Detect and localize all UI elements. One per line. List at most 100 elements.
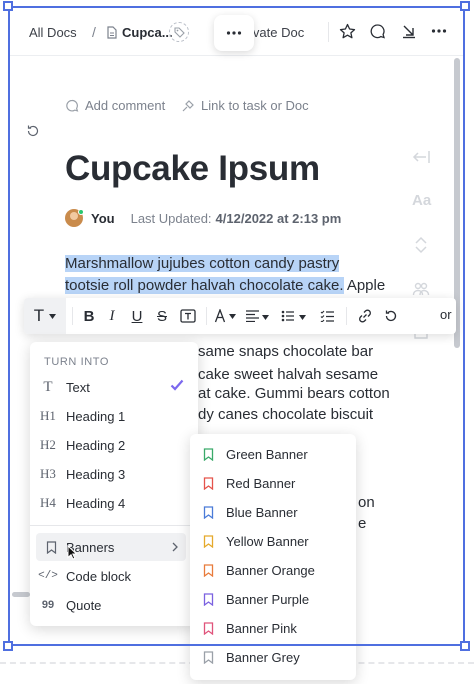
toolbar-divider [346,307,347,325]
paragraph-line[interactable]: e [358,515,366,532]
bold-button[interactable]: B [78,298,100,334]
link-task-label: Link to task or Doc [201,98,309,113]
heading-1-icon: H1 [40,408,56,423]
text-style-dropdown[interactable]: T [24,298,66,334]
resize-handle-bottom-left[interactable] [3,641,13,651]
sync-icon[interactable] [412,236,430,254]
comment-icon[interactable] [369,23,386,40]
menu-item-label: Code block [66,568,132,584]
menu-item-label: Heading 2 [66,437,126,453]
menu-item-label: Heading 4 [66,495,126,511]
menu-item-banners[interactable]: Banners [36,533,186,561]
menu-item-label: Banners [66,539,115,555]
add-comment-button[interactable]: Add comment [65,98,165,113]
menu-item-text[interactable]: T Text [30,373,198,401]
breadcrumb-separator: / [92,24,96,40]
last-updated-label: Last Updated: [130,210,212,226]
menu-item-label: Quote [66,597,102,613]
menu-item-heading-2[interactable]: H2 Heading 2 [30,431,198,459]
banner-option-red[interactable]: Red Banner [190,469,356,498]
selected-text[interactable]: tootsie roll powder halvah chocolate cak… [65,277,344,294]
paragraph-line[interactable]: tootsie roll powder halvah chocolate cak… [65,277,385,294]
author-name: You [91,210,115,226]
online-status-dot [78,209,84,215]
breadcrumb-all-docs[interactable]: All Docs [29,25,77,40]
paragraph-line[interactable]: Marshmallow jujubes cotton candy pastry [65,255,340,272]
paragraph-line[interactable]: at cake. Gummi bears cotton [198,385,390,402]
italic-button[interactable]: I [101,298,123,334]
menu-item-heading-1[interactable]: H1 Heading 1 [30,402,198,430]
text-color-dropdown[interactable] [212,298,240,334]
font-size-icon[interactable]: Aa [412,192,431,209]
bookmark-icon [190,448,226,461]
menu-item-code-block[interactable]: </> Code block [30,562,198,590]
banner-label: Yellow Banner [226,534,309,549]
quote-icon: 99 [41,599,55,611]
bullet-list-dropdown[interactable] [280,298,310,334]
history-button[interactable] [380,298,402,334]
star-icon[interactable] [339,23,356,40]
more-horizontal-icon[interactable] [214,15,254,51]
heading-4-icon: H4 [40,495,56,510]
collapse-icon[interactable] [401,23,417,39]
paragraph-text: Apple [343,277,386,294]
more-icon[interactable] [431,28,447,34]
banner-option-grey[interactable]: Banner Grey [190,643,356,672]
collapse-left-icon[interactable] [412,150,432,164]
banner-option-green[interactable]: Green Banner [190,440,356,469]
bookmark-icon [190,506,226,519]
banner-option-purple[interactable]: Banner Purple [190,585,356,614]
heading-2-icon: H2 [40,437,56,452]
underline-button[interactable]: U [126,298,148,334]
chevron-right-icon [172,542,178,552]
text-box-button[interactable] [176,298,200,334]
checklist-icon [320,310,334,322]
breadcrumb-doc-name[interactable]: Cupca... [122,25,173,40]
menu-item-heading-3[interactable]: H3 Heading 3 [30,460,198,488]
people-icon[interactable] [412,280,430,298]
text-type-icon: T [43,378,53,395]
paragraph-line[interactable]: dy canes chocolate biscuit [198,406,373,423]
mouse-cursor-icon [67,545,77,560]
resize-handle-bottom-right[interactable] [460,641,470,651]
bullet-list-icon [281,310,309,322]
horizontal-scroll-thumb[interactable] [12,592,30,597]
link-button[interactable] [354,298,376,334]
menu-item-label: Heading 1 [66,408,126,424]
heading-3-icon: H3 [40,466,56,481]
bookmark-icon [190,651,226,664]
banner-option-pink[interactable]: Banner Pink [190,614,356,643]
menu-item-quote[interactable]: 99 Quote [30,591,198,619]
resize-handle-top-right[interactable] [460,1,470,11]
banner-label: Red Banner [226,476,296,491]
banner-label: Banner Orange [226,563,315,578]
menu-divider [30,525,198,526]
link-task-button[interactable]: Link to task or Doc [181,98,309,113]
menu-item-heading-4[interactable]: H4 Heading 4 [30,489,198,517]
history-icon[interactable] [26,124,40,138]
banner-option-orange[interactable]: Banner Orange [190,556,356,585]
strikethrough-button[interactable]: S [151,298,173,334]
paragraph-line[interactable]: same snaps chocolate bar [198,343,373,360]
resize-handle-top-left[interactable] [3,1,13,11]
private-doc-label: ivate Doc [250,25,305,40]
banner-option-blue[interactable]: Blue Banner [190,498,356,527]
banner-option-yellow[interactable]: Yellow Banner [190,527,356,556]
page-title[interactable]: Cupcake Ipsum [65,149,320,189]
tag-icon[interactable] [169,22,189,42]
selected-text[interactable]: Marshmallow jujubes cotton candy pastry [65,255,340,272]
checklist-button[interactable] [316,298,338,334]
banner-label: Blue Banner [226,505,298,520]
toolbar-divider [206,307,207,325]
banner-label: Banner Grey [226,650,300,665]
align-dropdown[interactable] [244,298,272,334]
text-color-icon [214,309,238,323]
code-icon: </> [38,570,58,582]
header-divider [328,22,329,42]
text-box-icon [180,309,196,323]
toolbar-trailing-text: or [440,307,452,322]
paragraph-line[interactable]: cake sweet halvah sesame [198,366,378,383]
link-icon [181,99,195,113]
author-row: You Last Updated: 4/12/2022 at 2:13 pm [65,209,341,227]
paragraph-line[interactable]: on [358,494,375,511]
